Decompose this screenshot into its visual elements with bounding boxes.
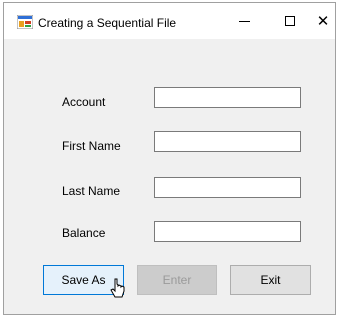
app-icon	[17, 15, 33, 29]
balance-label: Balance	[62, 226, 106, 240]
enter-button[interactable]: Enter	[137, 265, 217, 295]
maximize-icon	[285, 16, 295, 26]
close-icon: ✕	[316, 13, 330, 30]
exit-button[interactable]: Exit	[230, 265, 311, 295]
minimize-button[interactable]	[221, 3, 267, 39]
title-bar[interactable]: Creating a Sequential File ✕	[4, 3, 335, 39]
maximize-button[interactable]	[267, 3, 313, 39]
last-name-field[interactable]	[154, 177, 301, 198]
last-name-label: Last Name	[62, 184, 121, 198]
first-name-field[interactable]	[154, 131, 301, 152]
balance-field[interactable]	[154, 221, 301, 242]
minimize-icon	[238, 20, 250, 22]
mouse-cursor-icon	[110, 278, 125, 298]
close-button[interactable]: ✕	[309, 3, 337, 39]
first-name-label: First Name	[62, 139, 121, 153]
window-title: Creating a Sequential File	[38, 16, 177, 30]
account-field[interactable]	[154, 87, 301, 108]
app-window: Creating a Sequential File ✕ Account Fir…	[3, 2, 336, 315]
account-label: Account	[62, 95, 106, 109]
